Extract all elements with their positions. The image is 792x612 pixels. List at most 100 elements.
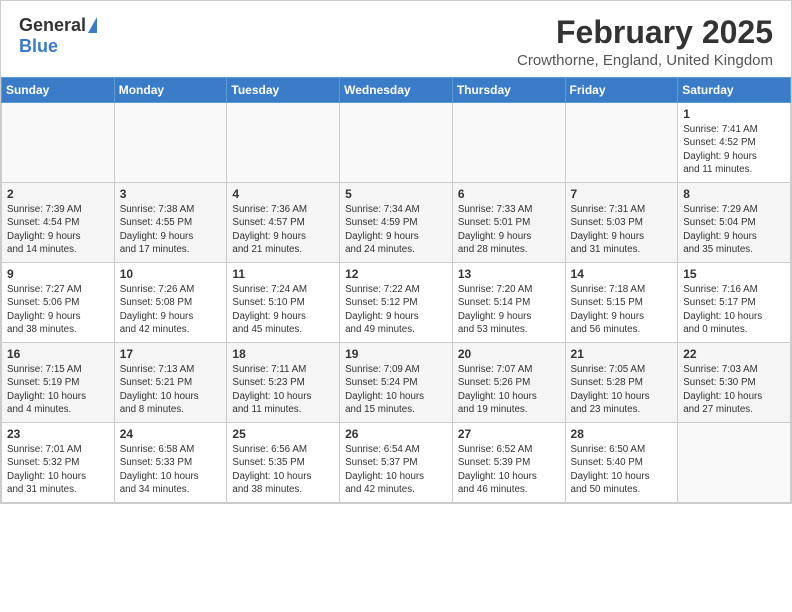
table-row: 23 Sunrise: 7:01 AMSunset: 5:32 PMDayligh… [2,423,115,503]
day-info: Sunrise: 6:56 AMSunset: 5:35 PMDaylight:… [232,443,334,496]
table-row: 14Sunrise: 7:18 AMSunset: 5:15 PMDayligh… [565,263,678,343]
table-row: 16 Sunrise: 7:15 AMSunset: 5:19 PMDayligh… [2,343,115,423]
col-friday: Friday [565,78,678,103]
day-number: 25 [232,427,334,441]
day-number: 7 [571,187,673,201]
day-number: 23 [7,427,109,441]
calendar-table: Sunday Monday Tuesday Wednesday Thursday… [1,77,791,503]
col-sunday: Sunday [2,78,115,103]
day-info: Sunrise: 7:22 AMSunset: 5:12 PMDaylight:… [345,283,447,336]
table-row: 19 Sunrise: 7:09 AMSunset: 5:24 PMDayligh… [340,343,453,423]
day-info: Sunrise: 6:50 AMSunset: 5:40 PMDaylight:… [571,443,673,496]
day-number: 8 [683,187,785,201]
day-info: Sunrise: 7:07 AMSunset: 5:26 PMDaylight:… [458,363,560,416]
calendar-week-row: 9 Sunrise: 7:27 AMSunset: 5:06 PMDaylight… [2,263,791,343]
day-info: Sunrise: 7:38 AMSunset: 4:55 PMDaylight:… [120,203,222,256]
col-wednesday: Wednesday [340,78,453,103]
day-info: Sunrise: 7:34 AMSunset: 4:59 PMDaylight:… [345,203,447,256]
table-row: 5 Sunrise: 7:34 AMSunset: 4:59 PMDaylight… [340,183,453,263]
calendar-header-row: Sunday Monday Tuesday Wednesday Thursday… [2,78,791,103]
table-row: 3 Sunrise: 7:38 AMSunset: 4:55 PMDaylight… [114,183,227,263]
day-info: Sunrise: 7:15 AMSunset: 5:19 PMDaylight:… [7,363,109,416]
calendar-week-row: 1 Sunrise: 7:41 AMSunset: 4:52 PMDaylight… [2,103,791,183]
day-number: 4 [232,187,334,201]
table-row: 21 Sunrise: 7:05 AMSunset: 5:28 PMDayligh… [565,343,678,423]
table-row [227,103,340,183]
day-info: Sunrise: 6:52 AMSunset: 5:39 PMDaylight:… [458,443,560,496]
table-row: 1 Sunrise: 7:41 AMSunset: 4:52 PMDaylight… [678,103,791,183]
day-number: 22 [683,347,785,361]
header: General Blue February 2025 Crowthorne, E… [1,1,791,77]
table-row [2,103,115,183]
col-monday: Monday [114,78,227,103]
day-info: Sunrise: 7:05 AMSunset: 5:28 PMDaylight:… [571,363,673,416]
table-row: 10 Sunrise: 7:26 AMSunset: 5:08 PMDayligh… [114,263,227,343]
day-number: 27 [458,427,560,441]
table-row [565,103,678,183]
day-number: 18 [232,347,334,361]
day-number: 10 [120,267,222,281]
day-info: Sunrise: 7:18 AMSunset: 5:15 PMDaylight:… [571,283,673,336]
table-row: 6 Sunrise: 7:33 AMSunset: 5:01 PMDaylight… [452,183,565,263]
day-number: 21 [571,347,673,361]
day-number: 6 [458,187,560,201]
table-row: 9 Sunrise: 7:27 AMSunset: 5:06 PMDaylight… [2,263,115,343]
day-info: Sunrise: 7:11 AMSunset: 5:23 PMDaylight:… [232,363,334,416]
day-number: 11 [232,267,334,281]
day-number: 3 [120,187,222,201]
day-number: 26 [345,427,447,441]
day-info: Sunrise: 6:54 AMSunset: 5:37 PMDaylight:… [345,443,447,496]
table-row: 17Sunrise: 7:13 AMSunset: 5:21 PMDayligh… [114,343,227,423]
day-info: Sunrise: 7:26 AMSunset: 5:08 PMDaylight:… [120,283,222,336]
table-row: 25 Sunrise: 6:56 AMSunset: 5:35 PMDayligh… [227,423,340,503]
table-row: 20Sunrise: 7:07 AMSunset: 5:26 PMDayligh… [452,343,565,423]
day-info: Sunrise: 7:39 AMSunset: 4:54 PMDaylight:… [7,203,109,256]
table-row: 28 Sunrise: 6:50 AMSunset: 5:40 PMDayligh… [565,423,678,503]
day-info: Sunrise: 7:01 AMSunset: 5:32 PMDaylight:… [7,443,109,496]
location-subtitle: Crowthorne, England, United Kingdom [517,52,773,69]
col-tuesday: Tuesday [227,78,340,103]
day-info: Sunrise: 6:58 AMSunset: 5:33 PMDaylight:… [120,443,222,496]
table-row [452,103,565,183]
calendar-page: General Blue February 2025 Crowthorne, E… [0,0,792,504]
day-number: 15 [683,267,785,281]
table-row: 7Sunrise: 7:31 AMSunset: 5:03 PMDaylight… [565,183,678,263]
day-number: 13 [458,267,560,281]
day-number: 5 [345,187,447,201]
day-info: Sunrise: 7:13 AMSunset: 5:21 PMDaylight:… [120,363,222,416]
table-row: 22 Sunrise: 7:03 AMSunset: 5:30 PMDayligh… [678,343,791,423]
calendar-week-row: 2 Sunrise: 7:39 AMSunset: 4:54 PMDaylight… [2,183,791,263]
day-number: 12 [345,267,447,281]
day-number: 2 [7,187,109,201]
logo-general-text: General [19,15,86,36]
calendar-week-row: 16 Sunrise: 7:15 AMSunset: 5:19 PMDayligh… [2,343,791,423]
table-row [678,423,791,503]
day-info: Sunrise: 7:29 AMSunset: 5:04 PMDaylight:… [683,203,785,256]
header-right: February 2025 Crowthorne, England, Unite… [517,15,773,69]
table-row: 18 Sunrise: 7:11 AMSunset: 5:23 PMDayligh… [227,343,340,423]
day-info: Sunrise: 7:41 AMSunset: 4:52 PMDaylight:… [683,123,785,176]
day-number: 28 [571,427,673,441]
day-number: 16 [7,347,109,361]
day-info: Sunrise: 7:33 AMSunset: 5:01 PMDaylight:… [458,203,560,256]
day-number: 1 [683,107,785,121]
day-number: 24 [120,427,222,441]
day-info: Sunrise: 7:09 AMSunset: 5:24 PMDaylight:… [345,363,447,416]
day-info: Sunrise: 7:03 AMSunset: 5:30 PMDaylight:… [683,363,785,416]
table-row: 24 Sunrise: 6:58 AMSunset: 5:33 PMDayligh… [114,423,227,503]
table-row: 27 Sunrise: 6:52 AMSunset: 5:39 PMDayligh… [452,423,565,503]
day-info: Sunrise: 7:16 AMSunset: 5:17 PMDaylight:… [683,283,785,336]
day-info: Sunrise: 7:24 AMSunset: 5:10 PMDaylight:… [232,283,334,336]
logo-blue-text: Blue [19,36,58,57]
col-saturday: Saturday [678,78,791,103]
day-number: 9 [7,267,109,281]
table-row: 8 Sunrise: 7:29 AMSunset: 5:04 PMDaylight… [678,183,791,263]
day-info: Sunrise: 7:27 AMSunset: 5:06 PMDaylight:… [7,283,109,336]
table-row: 13 Sunrise: 7:20 AMSunset: 5:14 PMDayligh… [452,263,565,343]
table-row [114,103,227,183]
day-info: Sunrise: 7:20 AMSunset: 5:14 PMDaylight:… [458,283,560,336]
day-number: 19 [345,347,447,361]
table-row: 2 Sunrise: 7:39 AMSunset: 4:54 PMDaylight… [2,183,115,263]
day-info: Sunrise: 7:36 AMSunset: 4:57 PMDaylight:… [232,203,334,256]
table-row: 12 Sunrise: 7:22 AMSunset: 5:12 PMDayligh… [340,263,453,343]
